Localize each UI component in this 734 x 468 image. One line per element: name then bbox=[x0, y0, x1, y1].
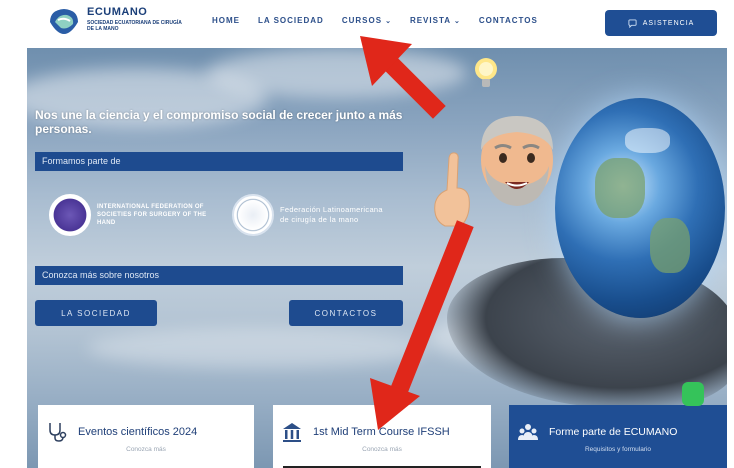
logo-mark-icon bbox=[50, 9, 78, 34]
nav-contactos-label: CONTACTOS bbox=[478, 16, 538, 25]
contactos-button[interactable]: CONTACTOS bbox=[289, 300, 403, 326]
flacm-partner[interactable]: Federación Latinoamericana de cirugía de… bbox=[232, 194, 390, 236]
eventos-card-title: Eventos científicos 2024 bbox=[78, 425, 198, 438]
nav-home[interactable]: HOME bbox=[212, 16, 240, 25]
globe-image bbox=[555, 98, 725, 318]
forme-parte-card-subtitle: Requisitos y formulario bbox=[584, 445, 652, 453]
whatsapp-icon[interactable] bbox=[682, 382, 704, 406]
nav-contactos[interactable]: CONTACTOS bbox=[479, 16, 538, 25]
forme-parte-card[interactable]: Forme parte de ECUMANO Requisitos y form… bbox=[509, 405, 727, 468]
flacm-logo-icon bbox=[232, 194, 274, 236]
hero-banner: Nos une la ciencia y el compromiso socia… bbox=[27, 48, 727, 468]
main-nav: HOME LA SOCIEDAD CURSOS ⌄ REVISTA ⌄ CONTAC… bbox=[212, 16, 556, 25]
logo-subtitle: SOCIEDAD ECUATORIANA DE CIRUGÍA DE LA MA… bbox=[87, 20, 182, 32]
stethoscope-icon bbox=[49, 422, 67, 442]
continent-shape bbox=[595, 158, 645, 218]
mid-term-card-subtitle: Conozca más bbox=[362, 445, 402, 453]
institution-icon bbox=[283, 422, 301, 442]
partners-bar: Formamos parte de bbox=[35, 152, 403, 171]
ifssh-logo-icon bbox=[49, 194, 91, 236]
screenshot-frame: ECUMANO SOCIEDAD ECUATORIANA DE CIRUGÍA … bbox=[0, 0, 734, 468]
logo-name: ECUMANO bbox=[87, 6, 148, 18]
la-sociedad-button[interactable]: LA SOCIEDAD bbox=[35, 300, 157, 326]
nav-la-sociedad[interactable]: LA SOCIEDAD bbox=[258, 16, 324, 25]
asistencia-button[interactable]: ASISTENCIA bbox=[605, 10, 717, 36]
forme-parte-card-title: Forme parte de ECUMANO bbox=[549, 425, 678, 438]
eventos-card-row: Eventos científicos 2024 bbox=[38, 421, 254, 443]
eventos-card[interactable]: Eventos científicos 2024 Conozca más bbox=[38, 405, 254, 468]
chevron-down-icon: ⌄ bbox=[385, 18, 392, 25]
forme-parte-card-row: Forme parte de ECUMANO bbox=[509, 421, 727, 443]
ifssh-partner[interactable]: INTERNATIONAL FEDERATION OF SOCIETIES FO… bbox=[49, 194, 217, 236]
nav-la-sociedad-label: LA SOCIEDAD bbox=[258, 16, 324, 25]
eventos-card-subtitle: Conozca más bbox=[126, 445, 166, 453]
cloud-decoration bbox=[207, 48, 467, 98]
continent-shape bbox=[650, 218, 690, 273]
about-bar: Conozca más sobre nosotros bbox=[35, 266, 403, 285]
site-logo[interactable]: ECUMANO SOCIEDAD ECUATORIANA DE CIRUGÍA … bbox=[47, 4, 187, 42]
chat-icon bbox=[628, 18, 637, 28]
nav-cursos-label: CURSOS bbox=[341, 16, 383, 25]
asistencia-label: ASISTENCIA bbox=[642, 19, 695, 27]
ifssh-name: INTERNATIONAL FEDERATION OF SOCIETIES FO… bbox=[97, 204, 207, 226]
cloud-decoration bbox=[87, 328, 427, 368]
hero-tagline: Nos une la ciencia y el compromiso socia… bbox=[35, 108, 403, 136]
nav-home-label: HOME bbox=[212, 16, 240, 25]
lightbulb-icon bbox=[475, 58, 497, 87]
group-icon bbox=[518, 423, 538, 440]
chevron-down-icon: ⌄ bbox=[454, 18, 461, 25]
memoji-avatar-icon bbox=[434, 116, 553, 227]
nav-cursos[interactable]: CURSOS ⌄ bbox=[342, 16, 392, 25]
site-header: ECUMANO SOCIEDAD ECUATORIANA DE CIRUGÍA … bbox=[27, 0, 727, 48]
nav-revista[interactable]: REVISTA ⌄ bbox=[410, 16, 461, 25]
nav-revista-label: REVISTA bbox=[409, 16, 452, 25]
flacm-name: Federación Latinoamericana de cirugía de… bbox=[280, 205, 383, 224]
mid-term-card-row: 1st Mid Term Course IFSSH bbox=[273, 421, 491, 443]
mid-term-card-title: 1st Mid Term Course IFSSH bbox=[313, 425, 450, 438]
cloud-shape bbox=[625, 128, 670, 153]
mid-term-course-card[interactable]: 1st Mid Term Course IFSSH Conozca más bbox=[273, 405, 491, 468]
